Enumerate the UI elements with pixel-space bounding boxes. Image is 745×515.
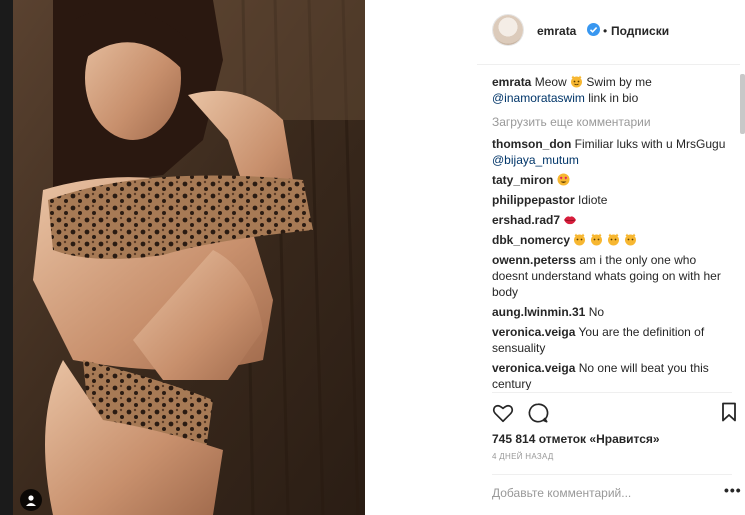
follow-separator: • bbox=[603, 24, 608, 38]
background-feed-strip bbox=[0, 0, 13, 515]
photo-illustration bbox=[13, 0, 365, 515]
caption-text-2: Swim by me bbox=[586, 75, 652, 89]
lips-emoji-icon bbox=[564, 216, 577, 225]
scrollbar-thumb[interactable] bbox=[740, 74, 745, 134]
verified-badge-icon bbox=[587, 23, 600, 36]
cat-face-emoji-row-icon bbox=[574, 233, 637, 246]
post-photo[interactable] bbox=[13, 0, 365, 515]
post-timestamp[interactable]: 4 ДНЕЙ НАЗАД bbox=[492, 452, 554, 461]
speech-bubble-icon[interactable] bbox=[527, 402, 549, 424]
comment-username[interactable]: veronica.veiga bbox=[492, 361, 575, 375]
post-side-panel: emrata • Подписки emrata Meow Swim by me… bbox=[477, 0, 745, 515]
post-header: emrata • Подписки bbox=[477, 0, 745, 65]
comment-item: philippepastor Idiote bbox=[492, 192, 732, 208]
comment-item: veronica.veiga No one will beat you this… bbox=[492, 360, 732, 390]
author-avatar[interactable] bbox=[493, 15, 523, 45]
caption-text-3: link in bio bbox=[588, 91, 639, 105]
caption-text: Meow bbox=[534, 75, 567, 89]
comments-list[interactable]: emrata Meow Swim by me @inamorataswim li… bbox=[492, 74, 732, 390]
comments-scrollbar[interactable] bbox=[740, 64, 745, 390]
more-options-button[interactable]: ••• bbox=[724, 482, 742, 498]
comment-username[interactable]: veronica.veiga bbox=[492, 325, 575, 339]
add-comment-input[interactable] bbox=[492, 483, 712, 503]
user-tag-icon[interactable] bbox=[20, 489, 42, 511]
comment-item: dbk_nomercy bbox=[492, 232, 732, 248]
comment-item: veronica.veiga You are the definition of… bbox=[492, 324, 732, 356]
caption-mention[interactable]: @inamorataswim bbox=[492, 91, 585, 105]
comment-item: aung.lwinmin.31 No bbox=[492, 304, 732, 320]
caption-username[interactable]: emrata bbox=[492, 75, 531, 89]
comment-username[interactable]: aung.lwinmin.31 bbox=[492, 305, 585, 319]
bookmark-icon[interactable] bbox=[721, 402, 737, 422]
heart-outline-icon[interactable] bbox=[492, 402, 514, 424]
comment-item: taty_miron bbox=[492, 172, 732, 188]
comment-username[interactable]: owenn.peterss bbox=[492, 253, 576, 267]
author-username[interactable]: emrata bbox=[537, 24, 576, 38]
heart-eyes-emoji-icon bbox=[557, 173, 570, 186]
comment-item: ershad.rad7 bbox=[492, 212, 732, 228]
divider bbox=[492, 392, 732, 393]
comment-username[interactable]: taty_miron bbox=[492, 173, 553, 187]
comment-text: Idiote bbox=[578, 193, 608, 207]
comment-item: owenn.peterss am i the only one who does… bbox=[492, 252, 732, 300]
comment-text: No bbox=[588, 305, 605, 319]
likes-count[interactable]: 745 814 отметок «Нравится» bbox=[492, 432, 660, 446]
cat-face-icon bbox=[571, 75, 583, 88]
post-actions bbox=[477, 398, 745, 426]
following-button[interactable]: Подписки bbox=[611, 24, 669, 38]
divider bbox=[492, 474, 732, 475]
comment-mention[interactable]: @bijaya_mutum bbox=[492, 153, 579, 167]
comment-item: thomson_don Fimiliar luks with u MrsGugu… bbox=[492, 136, 732, 168]
comment-username[interactable]: dbk_nomercy bbox=[492, 233, 570, 247]
comment-text: Fimiliar luks with u MrsGugu bbox=[574, 137, 726, 151]
load-more-comments[interactable]: Загрузить еще комментарии bbox=[492, 114, 732, 130]
caption: emrata Meow Swim by me @inamorataswim li… bbox=[492, 74, 732, 106]
comment-username[interactable]: philippepastor bbox=[492, 193, 575, 207]
comment-username[interactable]: ershad.rad7 bbox=[492, 213, 560, 227]
comment-username[interactable]: thomson_don bbox=[492, 137, 571, 151]
